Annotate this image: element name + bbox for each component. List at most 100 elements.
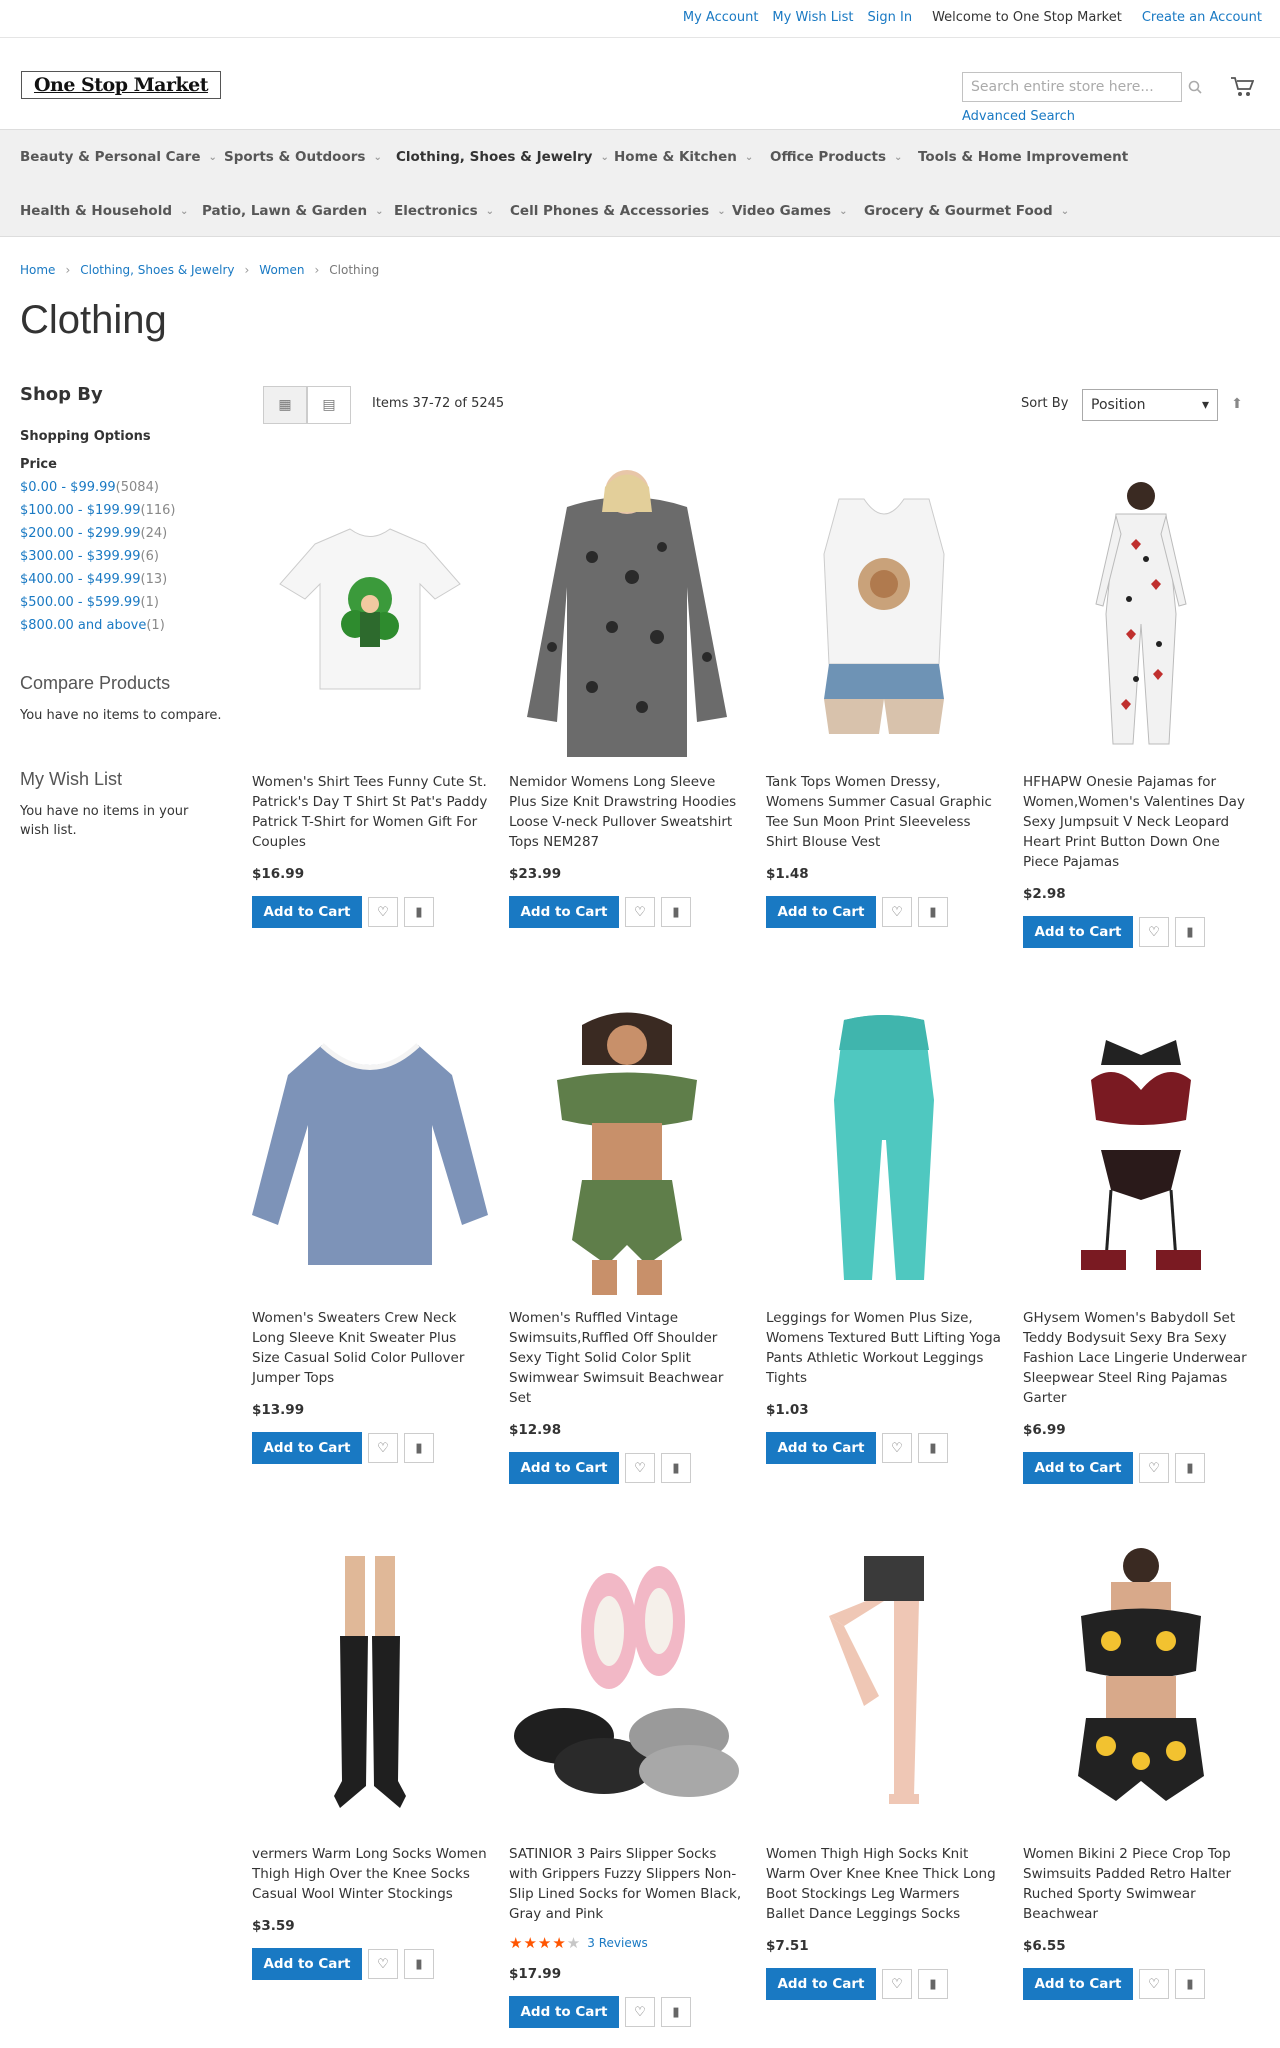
create-account-link[interactable]: Create an Account (1142, 10, 1262, 25)
product-name-link[interactable]: Nemidor Womens Long Sleeve Plus Size Kni… (509, 772, 745, 852)
add-to-wishlist-button[interactable]: ♡ (368, 1949, 398, 1979)
price-filter-item[interactable]: $300.00 - $399.99(6) (20, 545, 230, 568)
nav-clothing-shoes-jewelry[interactable]: Clothing, Shoes & Jewelry ⌄ (384, 132, 621, 182)
nav-sports-outdoors[interactable]: Sports & Outdoors ⌄ (212, 132, 394, 182)
add-to-compare-button[interactable]: ▮ (918, 897, 948, 927)
add-to-compare-button[interactable]: ▮ (404, 897, 434, 927)
add-to-compare-button[interactable]: ▮ (1175, 1453, 1205, 1483)
chevron-down-icon: ⌄ (839, 205, 848, 217)
nav-beauty-personal-care[interactable]: Beauty & Personal Care ⌄ (8, 132, 229, 182)
add-to-wishlist-button[interactable]: ♡ (625, 897, 655, 927)
add-to-compare-button[interactable]: ▮ (661, 1997, 691, 2027)
price-filter-item[interactable]: $800.00 and above(1) (20, 614, 230, 637)
product-photo[interactable] (509, 466, 745, 762)
nav-patio-lawn-garden[interactable]: Patio, Lawn & Garden ⌄ (190, 186, 395, 236)
add-to-cart-button[interactable]: Add to Cart (1023, 1452, 1133, 1484)
product-price: $6.99 (1023, 1422, 1066, 1438)
add-to-cart-button[interactable]: Add to Cart (509, 1452, 619, 1484)
search-input[interactable]: Search entire store here... (962, 72, 1182, 102)
add-to-cart-button[interactable]: Add to Cart (766, 1432, 876, 1464)
product-name-link[interactable]: Tank Tops Women Dressy, Womens Summer Ca… (766, 772, 1002, 852)
nav-cell-phones-accessories[interactable]: Cell Phones & Accessories ⌄ (498, 186, 738, 236)
add-to-compare-button[interactable]: ▮ (1175, 917, 1205, 947)
my-account-link[interactable]: My Account (683, 10, 759, 25)
product-photo[interactable] (509, 1538, 745, 1834)
product-name-link[interactable]: Women Thigh High Socks Knit Warm Over Kn… (766, 1844, 1002, 1924)
my-wish-list-link[interactable]: My Wish List (772, 10, 853, 25)
add-to-cart-button[interactable]: Add to Cart (252, 896, 362, 928)
add-to-cart-button[interactable]: Add to Cart (1023, 916, 1133, 948)
add-to-wishlist-button[interactable]: ♡ (882, 897, 912, 927)
sign-in-link[interactable]: Sign In (868, 10, 913, 25)
add-to-compare-button[interactable]: ▮ (404, 1433, 434, 1463)
product-photo[interactable] (1023, 1538, 1259, 1834)
add-to-wishlist-button[interactable]: ♡ (882, 1969, 912, 1999)
nav-video-games[interactable]: Video Games ⌄ (720, 186, 859, 236)
price-filter-item[interactable]: $100.00 - $199.99(116) (20, 499, 230, 522)
add-to-compare-button[interactable]: ▮ (661, 897, 691, 927)
add-to-compare-button[interactable]: ▮ (1175, 1969, 1205, 1999)
product-photo[interactable] (252, 466, 488, 762)
nav-grocery-gourmet-food[interactable]: Grocery & Gourmet Food ⌄ (852, 186, 1081, 236)
nav-electronics[interactable]: Electronics ⌄ (382, 186, 506, 236)
add-to-compare-button[interactable]: ▮ (404, 1949, 434, 1979)
add-to-wishlist-button[interactable]: ♡ (1139, 1969, 1169, 1999)
add-to-wishlist-button[interactable]: ♡ (882, 1433, 912, 1463)
add-to-wishlist-button[interactable]: ♡ (1139, 917, 1169, 947)
product-photo[interactable] (252, 1538, 488, 1834)
product-name-link[interactable]: Women Bikini 2 Piece Crop Top Swimsuits … (1023, 1844, 1259, 1924)
store-logo[interactable]: One Stop Market (21, 71, 221, 99)
product-name-link[interactable]: Women's Sweaters Crew Neck Long Sleeve K… (252, 1308, 488, 1388)
breadcrumb-home[interactable]: Home (20, 263, 55, 277)
add-to-compare-button[interactable]: ▮ (918, 1969, 948, 1999)
price-filter-item[interactable]: $0.00 - $99.99(5084) (20, 476, 230, 499)
product-photo[interactable] (766, 1002, 1002, 1298)
price-filter-item[interactable]: $400.00 - $499.99(13) (20, 568, 230, 591)
add-to-wishlist-button[interactable]: ♡ (625, 1453, 655, 1483)
nav-home-kitchen[interactable]: Home & Kitchen ⌄ (602, 132, 765, 182)
nav-health-household[interactable]: Health & Household ⌄ (8, 186, 200, 236)
product-photo[interactable] (1023, 466, 1259, 762)
sort-direction-button[interactable]: ⬆ (1224, 389, 1250, 419)
add-to-cart-button[interactable]: Add to Cart (252, 1948, 362, 1980)
add-to-wishlist-button[interactable]: ♡ (1139, 1453, 1169, 1483)
breadcrumb-women[interactable]: Women (259, 263, 304, 277)
price-filter-item[interactable]: $500.00 - $599.99(1) (20, 591, 230, 614)
add-to-wishlist-button[interactable]: ♡ (368, 1433, 398, 1463)
list-view-button[interactable]: ▤ (307, 386, 351, 424)
add-to-wishlist-button[interactable]: ♡ (368, 897, 398, 927)
price-filter-item[interactable]: $200.00 - $299.99(24) (20, 522, 230, 545)
product-photo[interactable] (509, 1002, 745, 1298)
nav-label: Clothing, Shoes & Jewelry (396, 149, 593, 165)
product-photo[interactable] (766, 1538, 1002, 1834)
product-photo[interactable] (252, 1002, 488, 1298)
add-to-wishlist-button[interactable]: ♡ (625, 1997, 655, 2027)
add-to-cart-button[interactable]: Add to Cart (766, 896, 876, 928)
search-button[interactable] (1180, 72, 1210, 102)
product-name-link[interactable]: GHysem Women's Babydoll Set Teddy Bodysu… (1023, 1308, 1259, 1408)
add-to-cart-button[interactable]: Add to Cart (252, 1432, 362, 1464)
grid-view-button[interactable]: ▦ (263, 386, 307, 424)
minicart-button[interactable] (1226, 72, 1258, 102)
breadcrumb-clothing-shoes-jewelry[interactable]: Clothing, Shoes & Jewelry (80, 263, 234, 277)
product-name-link[interactable]: HFHAPW Onesie Pajamas for Women,Women's … (1023, 772, 1259, 872)
product-photo[interactable] (1023, 1002, 1259, 1298)
add-to-compare-button[interactable]: ▮ (918, 1433, 948, 1463)
product-photo[interactable] (766, 466, 1002, 762)
product-name-link[interactable]: vermers Warm Long Socks Women Thigh High… (252, 1844, 488, 1904)
product-name-link[interactable]: Women's Ruffled Vintage Swimsuits,Ruffle… (509, 1308, 745, 1408)
nav-tools-home-improvement[interactable]: Tools & Home Improvement (906, 132, 1140, 182)
advanced-search-link[interactable]: Advanced Search (962, 109, 1075, 124)
reviews-link[interactable]: 3 Reviews (587, 1936, 648, 1950)
add-to-compare-button[interactable]: ▮ (661, 1453, 691, 1483)
product-name-link[interactable]: Leggings for Women Plus Size, Womens Tex… (766, 1308, 1002, 1388)
product-image-tshirt (279, 528, 461, 690)
add-to-cart-button[interactable]: Add to Cart (509, 896, 619, 928)
product-name-link[interactable]: Women's Shirt Tees Funny Cute St. Patric… (252, 772, 488, 852)
add-to-cart-button[interactable]: Add to Cart (766, 1968, 876, 2000)
product-name-link[interactable]: SATINIOR 3 Pairs Slipper Socks with Grip… (509, 1844, 745, 1924)
sort-by-select[interactable]: Position ▾ (1082, 389, 1218, 421)
nav-office-products[interactable]: Office Products ⌄ (758, 132, 914, 182)
add-to-cart-button[interactable]: Add to Cart (509, 1996, 619, 2028)
add-to-cart-button[interactable]: Add to Cart (1023, 1968, 1133, 2000)
